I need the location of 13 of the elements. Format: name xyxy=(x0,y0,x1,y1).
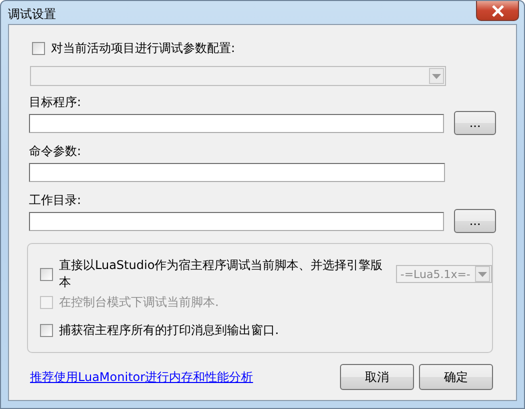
field-label: 目标程序: xyxy=(29,94,82,110)
field-label: 工作目录: xyxy=(29,192,82,208)
checkbox-label: 直接以LuaStudio作为宿主程序调试当前脚本、并选择引擎版本 xyxy=(59,257,384,291)
link[interactable]: 推荐使用LuaMonitor进行内存和性能分析 xyxy=(30,368,254,386)
checkbox-label: 在控制台模式下调试当前脚本. xyxy=(59,294,219,310)
dialog-button[interactable]: 确定 xyxy=(419,364,493,390)
window-title: 调试设置 xyxy=(8,6,56,23)
dialog-button[interactable]: 取消 xyxy=(340,364,414,390)
field-label: 命令参数: xyxy=(29,143,82,159)
checkbox-label: 捕获宿主程序所有的打印消息到输出窗口. xyxy=(59,322,279,338)
browse-button[interactable]: ... xyxy=(454,209,496,233)
browse-button[interactable]: ... xyxy=(454,111,496,135)
checkbox-label: 对当前活动项目进行调试参数配置: xyxy=(51,40,236,56)
